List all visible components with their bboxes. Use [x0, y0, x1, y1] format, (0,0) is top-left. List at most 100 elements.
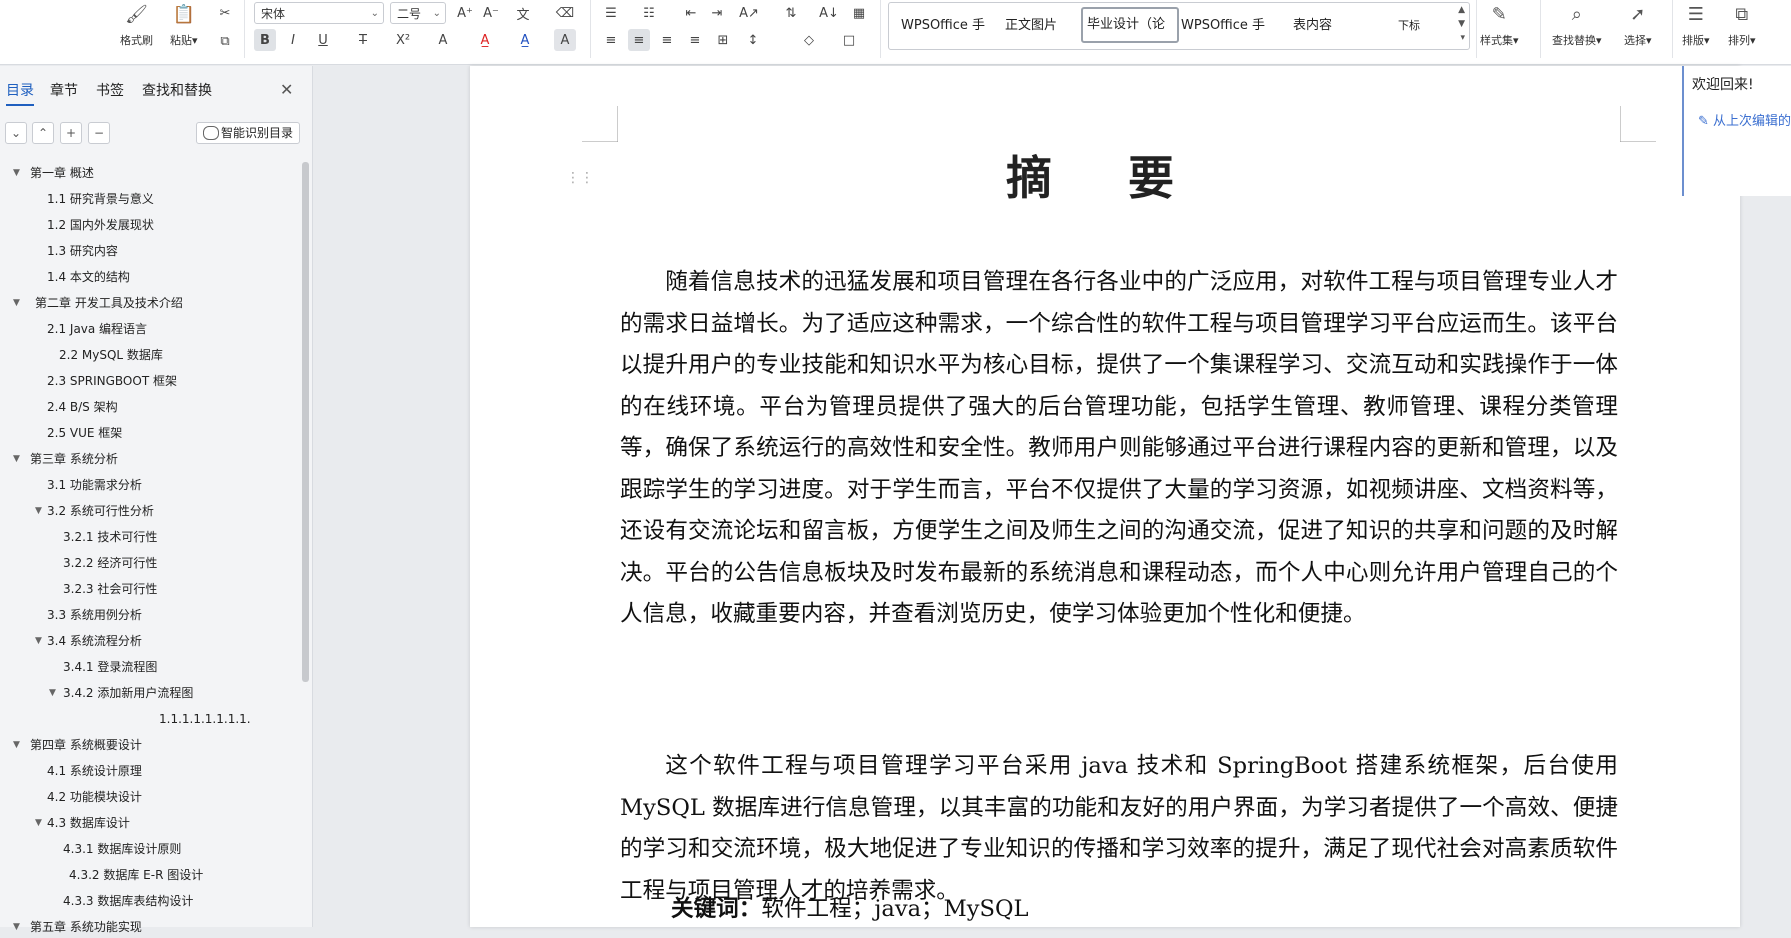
text-effect-icon[interactable]: A — [432, 29, 454, 51]
toc-item[interactable]: 1.4 本文的结构 — [47, 266, 130, 288]
toc-item[interactable]: 4.2 功能模块设计 — [47, 786, 142, 808]
style-item[interactable]: 表内容 — [1289, 9, 1367, 43]
toc-item[interactable]: 1.1.1.1.1.1.1.1. — [159, 708, 251, 730]
toc-item[interactable]: 1.1 研究背景与意义 — [47, 188, 154, 210]
toc-item[interactable]: 2.1 Java 编程语言 — [47, 318, 147, 340]
add-level-icon[interactable]: + — [60, 122, 82, 144]
highlight-icon[interactable]: A̲ — [474, 29, 496, 51]
shrink-font-icon[interactable]: A⁻ — [480, 2, 502, 24]
paste-button[interactable]: 📋 粘贴▾ — [170, 2, 198, 48]
tab-bookmarks[interactable]: 书签 — [96, 80, 124, 100]
align-left-icon[interactable]: ≡ — [600, 29, 622, 51]
style-set-icon: ✎ — [1491, 3, 1507, 25]
arrange-button[interactable]: ⧉ 排列▾ — [1728, 2, 1756, 48]
toc-item[interactable]: ▼ 第一章 概述 — [13, 162, 94, 184]
pinyin-icon[interactable]: 文 — [512, 2, 534, 24]
toc-item[interactable]: 3.2.1 技术可行性 — [63, 526, 157, 548]
shading-icon[interactable]: ◇ — [798, 29, 820, 51]
grow-font-icon[interactable]: A⁺ — [454, 2, 476, 24]
toc-item[interactable]: 3.3 系统用例分析 — [47, 604, 142, 626]
bold-icon[interactable]: B — [254, 29, 276, 51]
border-icon[interactable]: □ — [838, 29, 860, 51]
toc-item[interactable]: ▼ 第三章 系统分析 — [13, 448, 118, 470]
toc-scrollbar[interactable] — [302, 162, 309, 682]
resume-edit-link[interactable]: ✎ 从上次编辑的 — [1698, 110, 1791, 129]
strikethrough-icon[interactable]: T — [352, 29, 374, 51]
expand-down-icon[interactable]: ⌄ — [5, 122, 27, 144]
remove-level-icon[interactable]: − — [88, 122, 110, 144]
tab-toc[interactable]: 目录 — [6, 80, 34, 106]
decrease-indent-icon[interactable]: ⇤ — [680, 2, 702, 24]
align-center-icon[interactable]: ≡ — [628, 29, 650, 51]
toc-item[interactable]: 4.1 系统设计原理 — [47, 760, 142, 782]
close-icon[interactable]: ✕ — [280, 80, 293, 99]
style-item[interactable]: 正文图片 — [1001, 9, 1081, 43]
toc-item[interactable]: 2.2 MySQL 数据库 — [59, 344, 163, 366]
toc-item[interactable]: 3.4.1 登录流程图 — [63, 656, 157, 678]
smart-toc-button[interactable]: 智能识别目录 — [196, 122, 300, 144]
toc-item[interactable]: 1.3 研究内容 — [47, 240, 118, 262]
numbered-list-icon[interactable]: ☷ — [638, 2, 660, 24]
abstract-paragraph-2: 这个软件工程与项目管理学习平台采用 java 技术和 SpringBoot 搭建… — [620, 753, 1618, 904]
margin-corner-mark — [1620, 106, 1656, 142]
increase-indent-icon[interactable]: ⇥ — [706, 2, 728, 24]
align-right-icon[interactable]: ≡ — [656, 29, 678, 51]
toc-item[interactable]: 4.3.1 数据库设计原则 — [63, 838, 181, 860]
toc-item[interactable]: ▼ 3.2 系统可行性分析 — [35, 500, 154, 522]
sort-az-icon[interactable]: A↓ — [818, 2, 840, 24]
scroll-down-icon[interactable]: ▼ — [1458, 19, 1465, 29]
char-shading-icon[interactable]: A — [554, 29, 576, 51]
toc-item[interactable]: ▼ 3.4 系统流程分析 — [35, 630, 142, 652]
sort-icon[interactable]: ⇅ — [780, 2, 802, 24]
toc-item[interactable]: ▼ 4.3 数据库设计 — [35, 812, 130, 834]
toc-item[interactable]: 2.3 SPRINGBOOT 框架 — [47, 370, 177, 392]
clear-format-icon[interactable]: ⌫ — [554, 2, 576, 24]
expand-gallery-icon[interactable]: ▾ — [1460, 33, 1465, 43]
font-size-select[interactable]: 二号 ⌄ — [390, 2, 446, 24]
toc-item[interactable]: 2.5 VUE 框架 — [47, 422, 122, 444]
find-replace-button[interactable]: ⌕ 查找替换▾ — [1552, 2, 1602, 48]
toc-item[interactable]: ▼ 第五章 系统功能实现 — [13, 916, 142, 938]
format-brush-button[interactable]: 🖌 格式刷 — [120, 2, 153, 48]
cut-icon[interactable]: ✂ — [214, 2, 236, 24]
line-spacing-icon[interactable]: ↕ — [742, 29, 764, 51]
toc-item[interactable]: 4.3.3 数据库表结构设计 — [63, 890, 193, 912]
toc-item[interactable]: 2.4 B/S 架构 — [47, 396, 118, 418]
font-name-select[interactable]: 宋体 ⌄ — [254, 2, 384, 24]
style-gallery: WPSOffice 手 正文图片 毕业设计（论 WPSOffice 手 表内容 … — [888, 2, 1470, 50]
style-set-button[interactable]: ✎ 样式集▾ — [1480, 2, 1519, 48]
tab-find-replace[interactable]: 查找和替换 — [142, 80, 212, 100]
toc-item[interactable]: ▼ 第二章 开发工具及技术介绍 — [13, 292, 183, 314]
navigation-pane: 目录 章节 书签 查找和替换 ✕ ⌄ ⌃ + − 智能识别目录 ▼ 第一章 概述 … — [0, 66, 313, 934]
document-page[interactable]: ⋮⋮ 摘 要 随着信息技术的迅猛发展和项目管理在各行各业中的广泛应用，对软件工程… — [470, 66, 1740, 927]
layout-button[interactable]: ☰ 排版▾ — [1682, 2, 1710, 48]
tab-chapters[interactable]: 章节 — [50, 80, 78, 100]
select-button[interactable]: ➚ 选择▾ — [1624, 2, 1652, 48]
toc-item[interactable]: ▼ 第四章 系统概要设计 — [13, 734, 142, 756]
italic-icon[interactable]: I — [282, 29, 304, 51]
toc-item[interactable]: 3.1 功能需求分析 — [47, 474, 142, 496]
collapse-up-icon[interactable]: ⌃ — [32, 122, 54, 144]
toc-item[interactable]: 1.2 国内外发展现状 — [47, 214, 154, 236]
text-direction-icon[interactable]: A↗ — [738, 2, 760, 24]
style-item-selected[interactable]: 毕业设计（论 — [1081, 7, 1179, 43]
style-item[interactable]: WPSOffice 手 — [1177, 9, 1281, 43]
toc-item[interactable]: 3.2.3 社会可行性 — [63, 578, 157, 600]
distribute-icon[interactable]: ⊞ — [712, 29, 734, 51]
font-color-icon[interactable]: A̲ — [514, 29, 536, 51]
copy-icon[interactable]: ⧉ — [214, 30, 236, 52]
document-title: 摘 要 — [1005, 151, 1204, 205]
toc-item[interactable]: 3.2.2 经济可行性 — [63, 552, 157, 574]
justify-icon[interactable]: ≡ — [684, 29, 706, 51]
arrange-icon: ⧉ — [1735, 3, 1749, 25]
style-item[interactable]: WPSOffice 手 — [897, 9, 1001, 43]
scroll-up-icon[interactable]: ▲ — [1458, 5, 1465, 15]
style-item[interactable]: 下标 — [1394, 9, 1442, 43]
superscript-icon[interactable]: X² — [392, 29, 414, 51]
toc-item[interactable]: 4.3.2 数据库 E-R 图设计 — [69, 864, 203, 886]
toc-item[interactable]: ▼ 3.4.2 添加新用户流程图 — [49, 682, 193, 704]
table-icon[interactable]: ▦ — [848, 2, 870, 24]
underline-icon[interactable]: U — [312, 29, 334, 51]
keywords-value: 软件工程；java；MySQL — [761, 896, 1029, 922]
bullet-list-icon[interactable]: ☰ — [600, 2, 622, 24]
